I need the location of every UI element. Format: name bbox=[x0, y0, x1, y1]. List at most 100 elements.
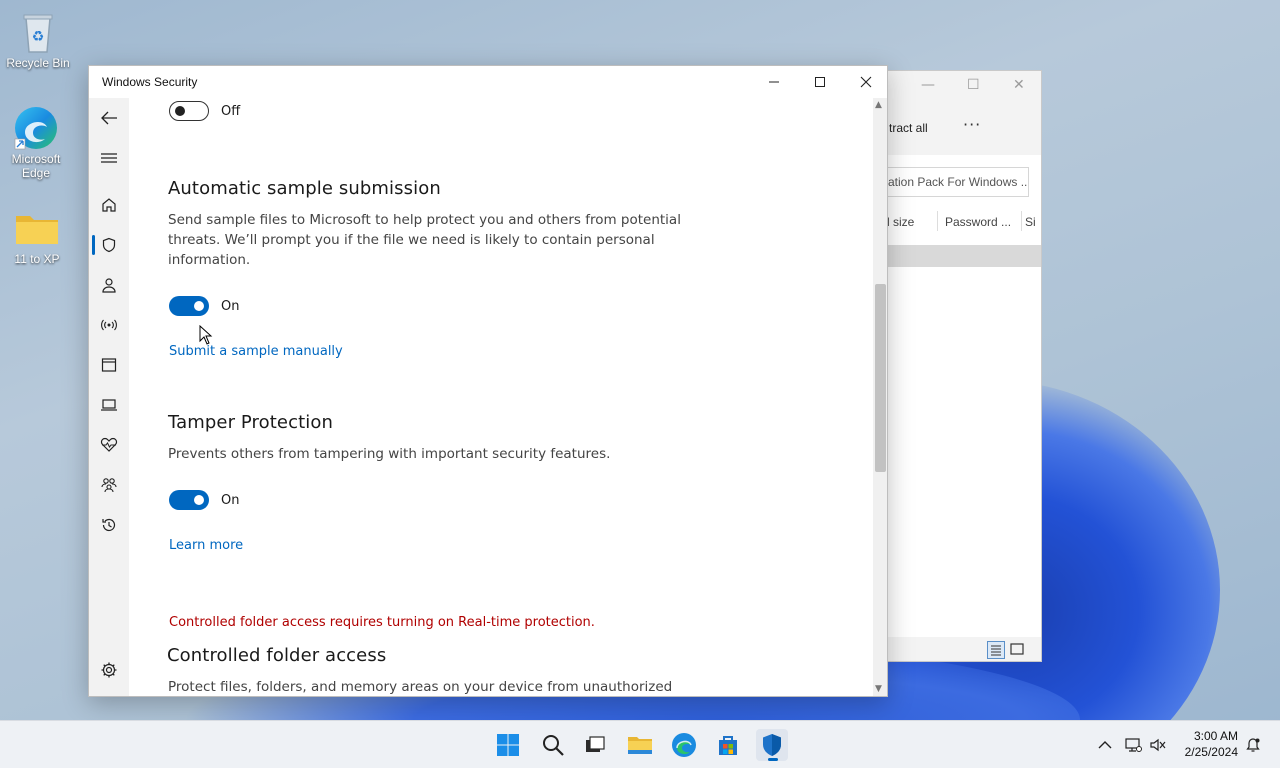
search-icon bbox=[543, 735, 564, 756]
column-divider bbox=[937, 211, 938, 231]
clock-date: 2/25/2024 bbox=[1184, 745, 1238, 759]
gear-icon bbox=[101, 662, 117, 678]
column-header-password[interactable]: Password ... bbox=[945, 215, 1011, 229]
vertical-scrollbar[interactable]: ▲ ▼ bbox=[873, 98, 887, 696]
realtime-protection-toggle[interactable] bbox=[169, 101, 209, 121]
address-bar[interactable]: ation Pack For Windows ... bbox=[881, 167, 1029, 197]
controlled-folder-heading: Controlled folder access bbox=[167, 645, 387, 666]
nav-home[interactable] bbox=[89, 187, 129, 223]
folder-label: 11 to XP bbox=[14, 252, 60, 266]
nav-protection-history[interactable] bbox=[89, 507, 129, 543]
edge-icon bbox=[12, 104, 60, 152]
sample-submission-toggle-state: On bbox=[221, 299, 240, 314]
window-titlebar: Windows Security bbox=[89, 66, 887, 98]
chevron-up-icon bbox=[1098, 741, 1112, 749]
background-window-toolbar: tract all ··· bbox=[881, 115, 1041, 145]
svg-text:♻: ♻ bbox=[32, 29, 45, 45]
nav-back-button[interactable] bbox=[89, 100, 129, 136]
minimize-icon[interactable]: — bbox=[921, 77, 935, 93]
tray-overflow-button[interactable] bbox=[1096, 733, 1114, 757]
heart-icon bbox=[100, 437, 118, 452]
tamper-protection-toggle[interactable] bbox=[169, 490, 209, 510]
nav-device-performance[interactable] bbox=[89, 427, 129, 463]
menu-icon bbox=[101, 153, 117, 163]
submit-sample-link[interactable]: Submit a sample manually bbox=[169, 344, 343, 359]
background-explorer-window[interactable]: — ☐ ✕ tract all ··· ation Pack For Windo… bbox=[880, 70, 1042, 662]
maximize-icon bbox=[815, 77, 825, 87]
tiles-view-icon[interactable] bbox=[1009, 641, 1027, 659]
taskbar: 3:00 AM 2/25/2024 bbox=[0, 720, 1280, 768]
toggle-knob bbox=[194, 495, 204, 505]
clock-time: 3:00 AM bbox=[1193, 729, 1238, 743]
nav-virus-protection[interactable] bbox=[89, 227, 129, 263]
scroll-down-icon[interactable]: ▼ bbox=[875, 684, 882, 694]
family-icon bbox=[101, 478, 117, 493]
nav-menu-button[interactable] bbox=[89, 140, 129, 176]
column-divider bbox=[1021, 211, 1022, 231]
file-explorer-icon bbox=[628, 737, 652, 754]
desktop-icon-folder[interactable]: 11 to XP bbox=[0, 204, 75, 266]
home-icon bbox=[102, 198, 116, 212]
tamper-protection-toggle-state: On bbox=[221, 493, 240, 508]
nav-firewall[interactable] bbox=[89, 307, 129, 343]
nav-account-protection[interactable] bbox=[89, 267, 129, 303]
nav-family-options[interactable] bbox=[89, 467, 129, 503]
maximize-icon[interactable]: ☐ bbox=[967, 77, 980, 93]
scroll-up-icon[interactable]: ▲ bbox=[875, 100, 882, 110]
edge-taskbar-button[interactable] bbox=[668, 729, 700, 761]
column-header-si[interactable]: Si bbox=[1025, 215, 1036, 229]
start-icon bbox=[497, 734, 519, 756]
edge-icon bbox=[672, 733, 696, 757]
nav-settings[interactable] bbox=[89, 652, 129, 688]
scrollbar-thumb[interactable] bbox=[875, 284, 886, 472]
details-view-icon[interactable] bbox=[987, 641, 1005, 659]
column-headers: l size Password ... Si bbox=[881, 211, 1041, 233]
sample-submission-description: Send sample files to Microsoft to help p… bbox=[168, 212, 681, 268]
folder-icon bbox=[13, 204, 61, 252]
close-icon bbox=[860, 76, 872, 88]
close-button[interactable] bbox=[843, 66, 889, 98]
running-indicator bbox=[768, 758, 778, 761]
start-button[interactable] bbox=[492, 729, 524, 761]
network-icon bbox=[1125, 738, 1142, 752]
minimize-icon bbox=[769, 81, 779, 83]
extract-all-button[interactable]: tract all bbox=[889, 121, 928, 135]
toggle-knob bbox=[194, 301, 204, 311]
controlled-folder-description: Protect files, folders, and memory areas… bbox=[168, 679, 673, 695]
maximize-button[interactable] bbox=[797, 66, 843, 98]
volume-muted-icon bbox=[1150, 738, 1166, 752]
search-button[interactable] bbox=[537, 729, 569, 761]
windows-security-window[interactable]: Windows Security Off Automatic sample su… bbox=[88, 65, 888, 697]
edge-label: Microsoft Edge bbox=[11, 152, 61, 180]
controlled-folder-warning: Controlled folder access requires turnin… bbox=[169, 615, 595, 630]
selected-row[interactable] bbox=[881, 245, 1041, 267]
nav-app-browser-control[interactable] bbox=[89, 347, 129, 383]
settings-content: Off Automatic sample submission Send sam… bbox=[129, 98, 873, 696]
tamper-protection-description: Prevents others from tampering with impo… bbox=[168, 446, 611, 462]
minimize-button[interactable] bbox=[751, 66, 797, 98]
task-view-button[interactable] bbox=[579, 729, 611, 761]
taskbar-clock[interactable]: 3:00 AM 2/25/2024 bbox=[1185, 728, 1238, 760]
realtime-toggle-state: Off bbox=[221, 104, 241, 119]
close-icon[interactable]: ✕ bbox=[1013, 77, 1025, 93]
toggle-knob bbox=[175, 106, 185, 116]
more-options-button[interactable]: ··· bbox=[963, 115, 981, 134]
sample-submission-toggle[interactable] bbox=[169, 296, 209, 316]
column-header-size[interactable]: l size bbox=[887, 215, 914, 229]
tray-notifications[interactable] bbox=[1244, 733, 1262, 757]
nav-device-security[interactable] bbox=[89, 387, 129, 423]
store-button[interactable] bbox=[712, 729, 744, 761]
desktop-icon-edge[interactable]: Microsoft Edge bbox=[0, 104, 74, 180]
tray-network[interactable] bbox=[1123, 733, 1143, 757]
desktop-icon-recycle-bin[interactable]: ♻ Recycle Bin bbox=[0, 8, 76, 70]
tray-volume[interactable] bbox=[1148, 733, 1168, 757]
background-window-content: ation Pack For Windows ... l size Passwo… bbox=[881, 155, 1041, 637]
file-explorer-button[interactable] bbox=[624, 729, 656, 761]
windows-security-taskbar-button[interactable] bbox=[756, 729, 788, 761]
notification-icon bbox=[1246, 738, 1260, 752]
back-icon bbox=[101, 111, 117, 125]
recycle-bin-label: Recycle Bin bbox=[6, 56, 70, 70]
history-icon bbox=[102, 518, 116, 532]
background-window-titlebar: — ☐ ✕ bbox=[881, 71, 1041, 101]
learn-more-link[interactable]: Learn more bbox=[169, 538, 243, 553]
